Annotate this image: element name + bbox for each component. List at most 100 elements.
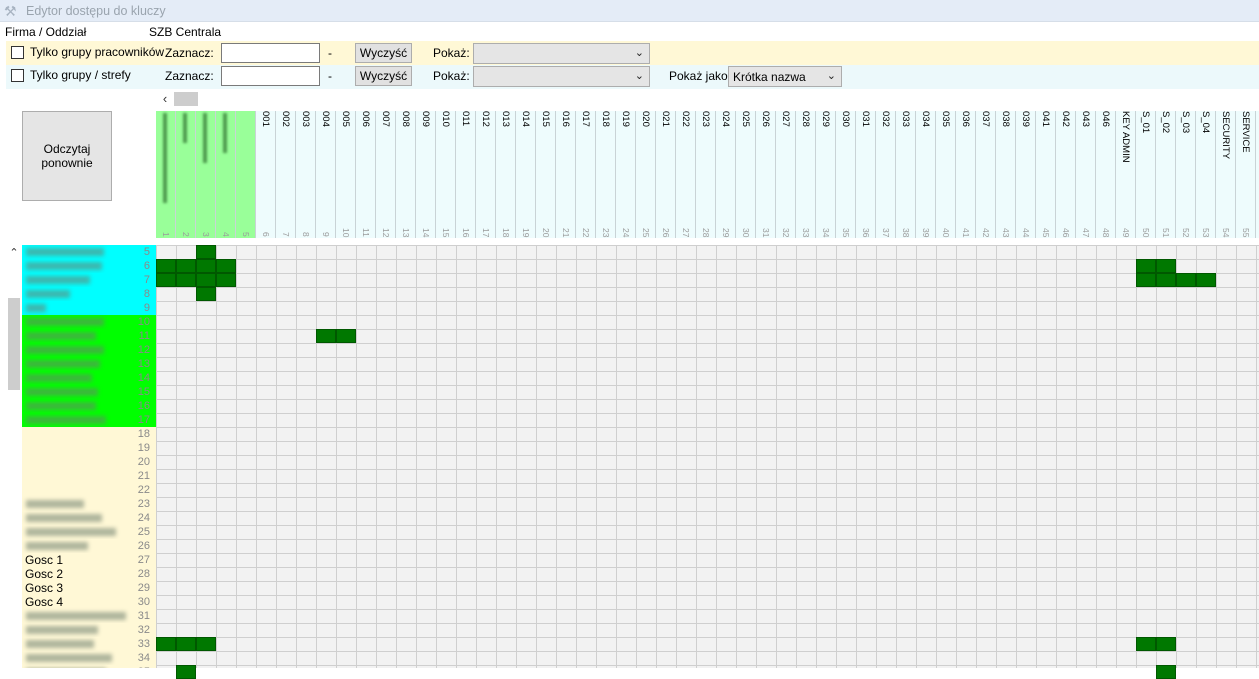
column-header[interactable]: SERVICE 55 bbox=[1236, 111, 1256, 238]
zone-groups-checkbox[interactable] bbox=[11, 69, 24, 82]
column-header[interactable]: 022 27 bbox=[676, 111, 696, 238]
row-header[interactable]: 17 bbox=[22, 413, 156, 427]
column-header[interactable]: S_04 53 bbox=[1196, 111, 1216, 238]
access-cell-granted[interactable] bbox=[1136, 273, 1156, 287]
access-cell-granted[interactable] bbox=[336, 329, 356, 343]
column-header[interactable]: 038 43 bbox=[996, 111, 1016, 238]
access-cell-granted[interactable] bbox=[1156, 273, 1176, 287]
column-header[interactable]: 006 11 bbox=[356, 111, 376, 238]
refresh-button[interactable]: Odczytaj ponownie bbox=[22, 111, 112, 201]
column-header[interactable]: 034 39 bbox=[916, 111, 936, 238]
row-header[interactable]: 21 bbox=[22, 469, 156, 483]
row-header[interactable]: 10 bbox=[22, 315, 156, 329]
column-header[interactable]: 010 15 bbox=[436, 111, 456, 238]
show-as-select[interactable]: Krótka nazwa ⌄ bbox=[728, 66, 842, 87]
row-header[interactable]: 6 bbox=[22, 259, 156, 273]
row-header[interactable]: 33 bbox=[22, 637, 156, 651]
access-cell-granted[interactable] bbox=[156, 637, 176, 651]
access-cell-granted[interactable] bbox=[176, 259, 196, 273]
column-header[interactable]: 021 26 bbox=[656, 111, 676, 238]
row-header[interactable]: 31 bbox=[22, 609, 156, 623]
access-cell-granted[interactable] bbox=[216, 273, 236, 287]
column-header[interactable]: 3 bbox=[196, 111, 216, 238]
column-header[interactable]: 004 9 bbox=[316, 111, 336, 238]
column-header[interactable]: 026 31 bbox=[756, 111, 776, 238]
column-header[interactable]: 043 47 bbox=[1076, 111, 1096, 238]
column-header[interactable]: 028 33 bbox=[796, 111, 816, 238]
column-header[interactable]: 030 35 bbox=[836, 111, 856, 238]
zaznacz-input-2[interactable] bbox=[221, 66, 320, 86]
column-header[interactable]: 016 21 bbox=[556, 111, 576, 238]
row-header[interactable]: 20 bbox=[22, 455, 156, 469]
column-header[interactable]: 037 42 bbox=[976, 111, 996, 238]
column-header[interactable]: 027 32 bbox=[776, 111, 796, 238]
row-header[interactable]: 14 bbox=[22, 371, 156, 385]
column-header[interactable]: 4 bbox=[216, 111, 236, 238]
column-header[interactable]: 014 19 bbox=[516, 111, 536, 238]
show-select-1[interactable]: ⌄ bbox=[473, 43, 650, 64]
column-header[interactable]: 001 6 bbox=[256, 111, 276, 238]
access-cell-granted[interactable] bbox=[176, 637, 196, 651]
clear-button-1[interactable]: Wyczyść bbox=[355, 43, 412, 63]
row-header[interactable]: 12 bbox=[22, 343, 156, 357]
row-header[interactable]: 24 bbox=[22, 511, 156, 525]
column-header[interactable]: 009 14 bbox=[416, 111, 436, 238]
column-header[interactable]: 015 20 bbox=[536, 111, 556, 238]
row-header[interactable]: Gosc 3 29 bbox=[22, 581, 156, 595]
access-cell-granted[interactable] bbox=[176, 665, 196, 679]
vertical-scrollbar-thumb[interactable] bbox=[8, 298, 20, 390]
column-header[interactable]: 003 8 bbox=[296, 111, 316, 238]
access-cell-granted[interactable] bbox=[196, 259, 216, 273]
scroll-left-icon[interactable]: ‹ bbox=[158, 92, 172, 107]
row-header[interactable]: 26 bbox=[22, 539, 156, 553]
access-cell-granted[interactable] bbox=[1156, 259, 1176, 273]
row-header[interactable]: Gosc 2 28 bbox=[22, 567, 156, 581]
access-grid[interactable] bbox=[156, 245, 1259, 679]
access-cell-granted[interactable] bbox=[1136, 637, 1156, 651]
column-header[interactable]: 036 41 bbox=[956, 111, 976, 238]
access-cell-granted[interactable] bbox=[156, 259, 176, 273]
row-header[interactable]: 16 bbox=[22, 399, 156, 413]
column-header[interactable]: 033 38 bbox=[896, 111, 916, 238]
column-header[interactable]: 005 10 bbox=[336, 111, 356, 238]
column-header[interactable]: 019 24 bbox=[616, 111, 636, 238]
row-header[interactable]: 19 bbox=[22, 441, 156, 455]
column-header[interactable]: SECURITY 54 bbox=[1216, 111, 1236, 238]
column-header[interactable]: 024 29 bbox=[716, 111, 736, 238]
row-header[interactable]: 34 bbox=[22, 651, 156, 665]
zaznacz-input-1[interactable] bbox=[221, 43, 320, 63]
column-header[interactable]: 1 bbox=[156, 111, 176, 238]
row-header[interactable]: 8 bbox=[22, 287, 156, 301]
column-header[interactable]: 007 12 bbox=[376, 111, 396, 238]
row-header[interactable]: 9 bbox=[22, 301, 156, 315]
row-header[interactable]: 13 bbox=[22, 357, 156, 371]
column-header[interactable]: 018 23 bbox=[596, 111, 616, 238]
row-header[interactable]: 32 bbox=[22, 623, 156, 637]
firma-value[interactable]: SZB Centrala bbox=[149, 25, 221, 39]
column-header[interactable]: 041 45 bbox=[1036, 111, 1056, 238]
access-cell-granted[interactable] bbox=[196, 273, 216, 287]
column-header[interactable]: 2 bbox=[176, 111, 196, 238]
row-header[interactable]: 18 bbox=[22, 427, 156, 441]
column-header[interactable]: 020 25 bbox=[636, 111, 656, 238]
column-header[interactable]: 035 40 bbox=[936, 111, 956, 238]
access-cell-granted[interactable] bbox=[196, 287, 216, 301]
row-header[interactable]: 22 bbox=[22, 483, 156, 497]
employee-groups-checkbox[interactable] bbox=[11, 46, 24, 59]
row-header[interactable]: Gosc 1 27 bbox=[22, 553, 156, 567]
access-cell-granted[interactable] bbox=[196, 637, 216, 651]
clear-button-2[interactable]: Wyczyść bbox=[355, 66, 412, 86]
column-header[interactable]: 042 46 bbox=[1056, 111, 1076, 238]
column-header[interactable]: 012 17 bbox=[476, 111, 496, 238]
column-header[interactable]: S_03 52 bbox=[1176, 111, 1196, 238]
row-header[interactable]: Gosc 4 30 bbox=[22, 595, 156, 609]
access-cell-granted[interactable] bbox=[1156, 637, 1176, 651]
horizontal-scrollbar-thumb[interactable] bbox=[174, 92, 198, 106]
row-header[interactable]: 11 bbox=[22, 329, 156, 343]
column-header[interactable]: 046 48 bbox=[1096, 111, 1116, 238]
column-header[interactable]: 5 bbox=[236, 111, 256, 238]
access-cell-granted[interactable] bbox=[1176, 273, 1196, 287]
access-cell-granted[interactable] bbox=[1156, 665, 1176, 679]
column-header[interactable]: 002 7 bbox=[276, 111, 296, 238]
show-select-2[interactable]: ⌄ bbox=[473, 66, 650, 87]
